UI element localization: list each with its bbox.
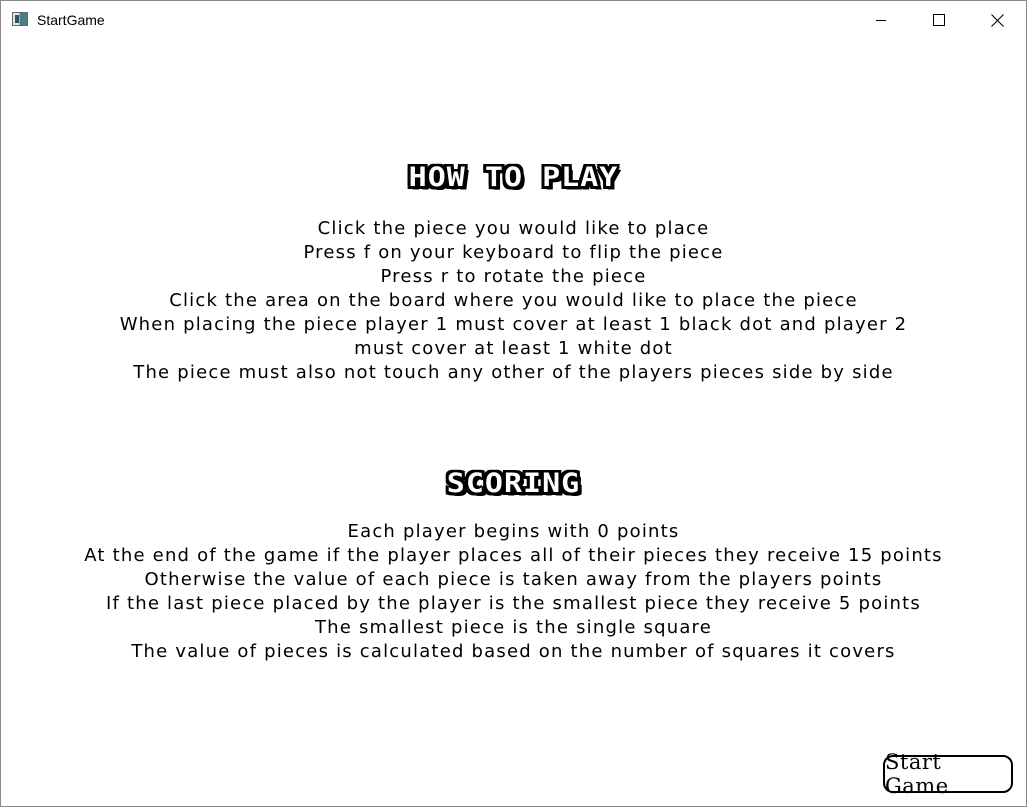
instruction-line: Click the area on the board where you wo… <box>169 290 858 311</box>
scoring-line: Otherwise the value of each piece is tak… <box>144 569 883 590</box>
how-to-play-heading: HOW TO PLAY <box>408 161 619 194</box>
instruction-line: The piece must also not touch any other … <box>133 362 894 383</box>
instruction-line: Press r to rotate the piece <box>380 266 647 287</box>
minimize-icon <box>876 20 886 21</box>
scoring-rules: Each player begins with 0 points At the … <box>1 520 1026 664</box>
instruction-line: must cover at least 1 white dot <box>354 338 673 359</box>
scoring-heading: SCORING <box>446 467 581 500</box>
instruction-line: Click the piece you would like to place <box>317 218 710 239</box>
maximize-button[interactable] <box>910 1 968 39</box>
title-bar[interactable]: StartGame <box>1 1 1026 39</box>
scoring-line: The smallest piece is the single square <box>314 617 713 638</box>
scoring-line: Each player begins with 0 points <box>347 521 680 542</box>
app-window: StartGame HOW TO PLAY Click the piece yo… <box>0 0 1027 807</box>
instruction-line: When placing the piece player 1 must cov… <box>119 314 908 335</box>
content-area: HOW TO PLAY Click the piece you would li… <box>1 39 1026 806</box>
scoring-line: At the end of the game if the player pla… <box>84 545 943 566</box>
app-icon <box>12 12 28 26</box>
how-to-play-instructions: Click the piece you would like to place … <box>1 217 1026 385</box>
close-button[interactable] <box>968 1 1026 39</box>
maximize-icon <box>933 14 945 26</box>
instruction-line: Press f on your keyboard to flip the pie… <box>303 242 724 263</box>
scoring-line: If the last piece placed by the player i… <box>106 593 921 614</box>
window-title: StartGame <box>37 12 105 28</box>
close-icon <box>990 13 1004 27</box>
scoring-line: The value of pieces is calculated based … <box>131 641 896 662</box>
minimize-button[interactable] <box>852 1 910 39</box>
start-game-button[interactable]: Start Game <box>883 750 1013 798</box>
